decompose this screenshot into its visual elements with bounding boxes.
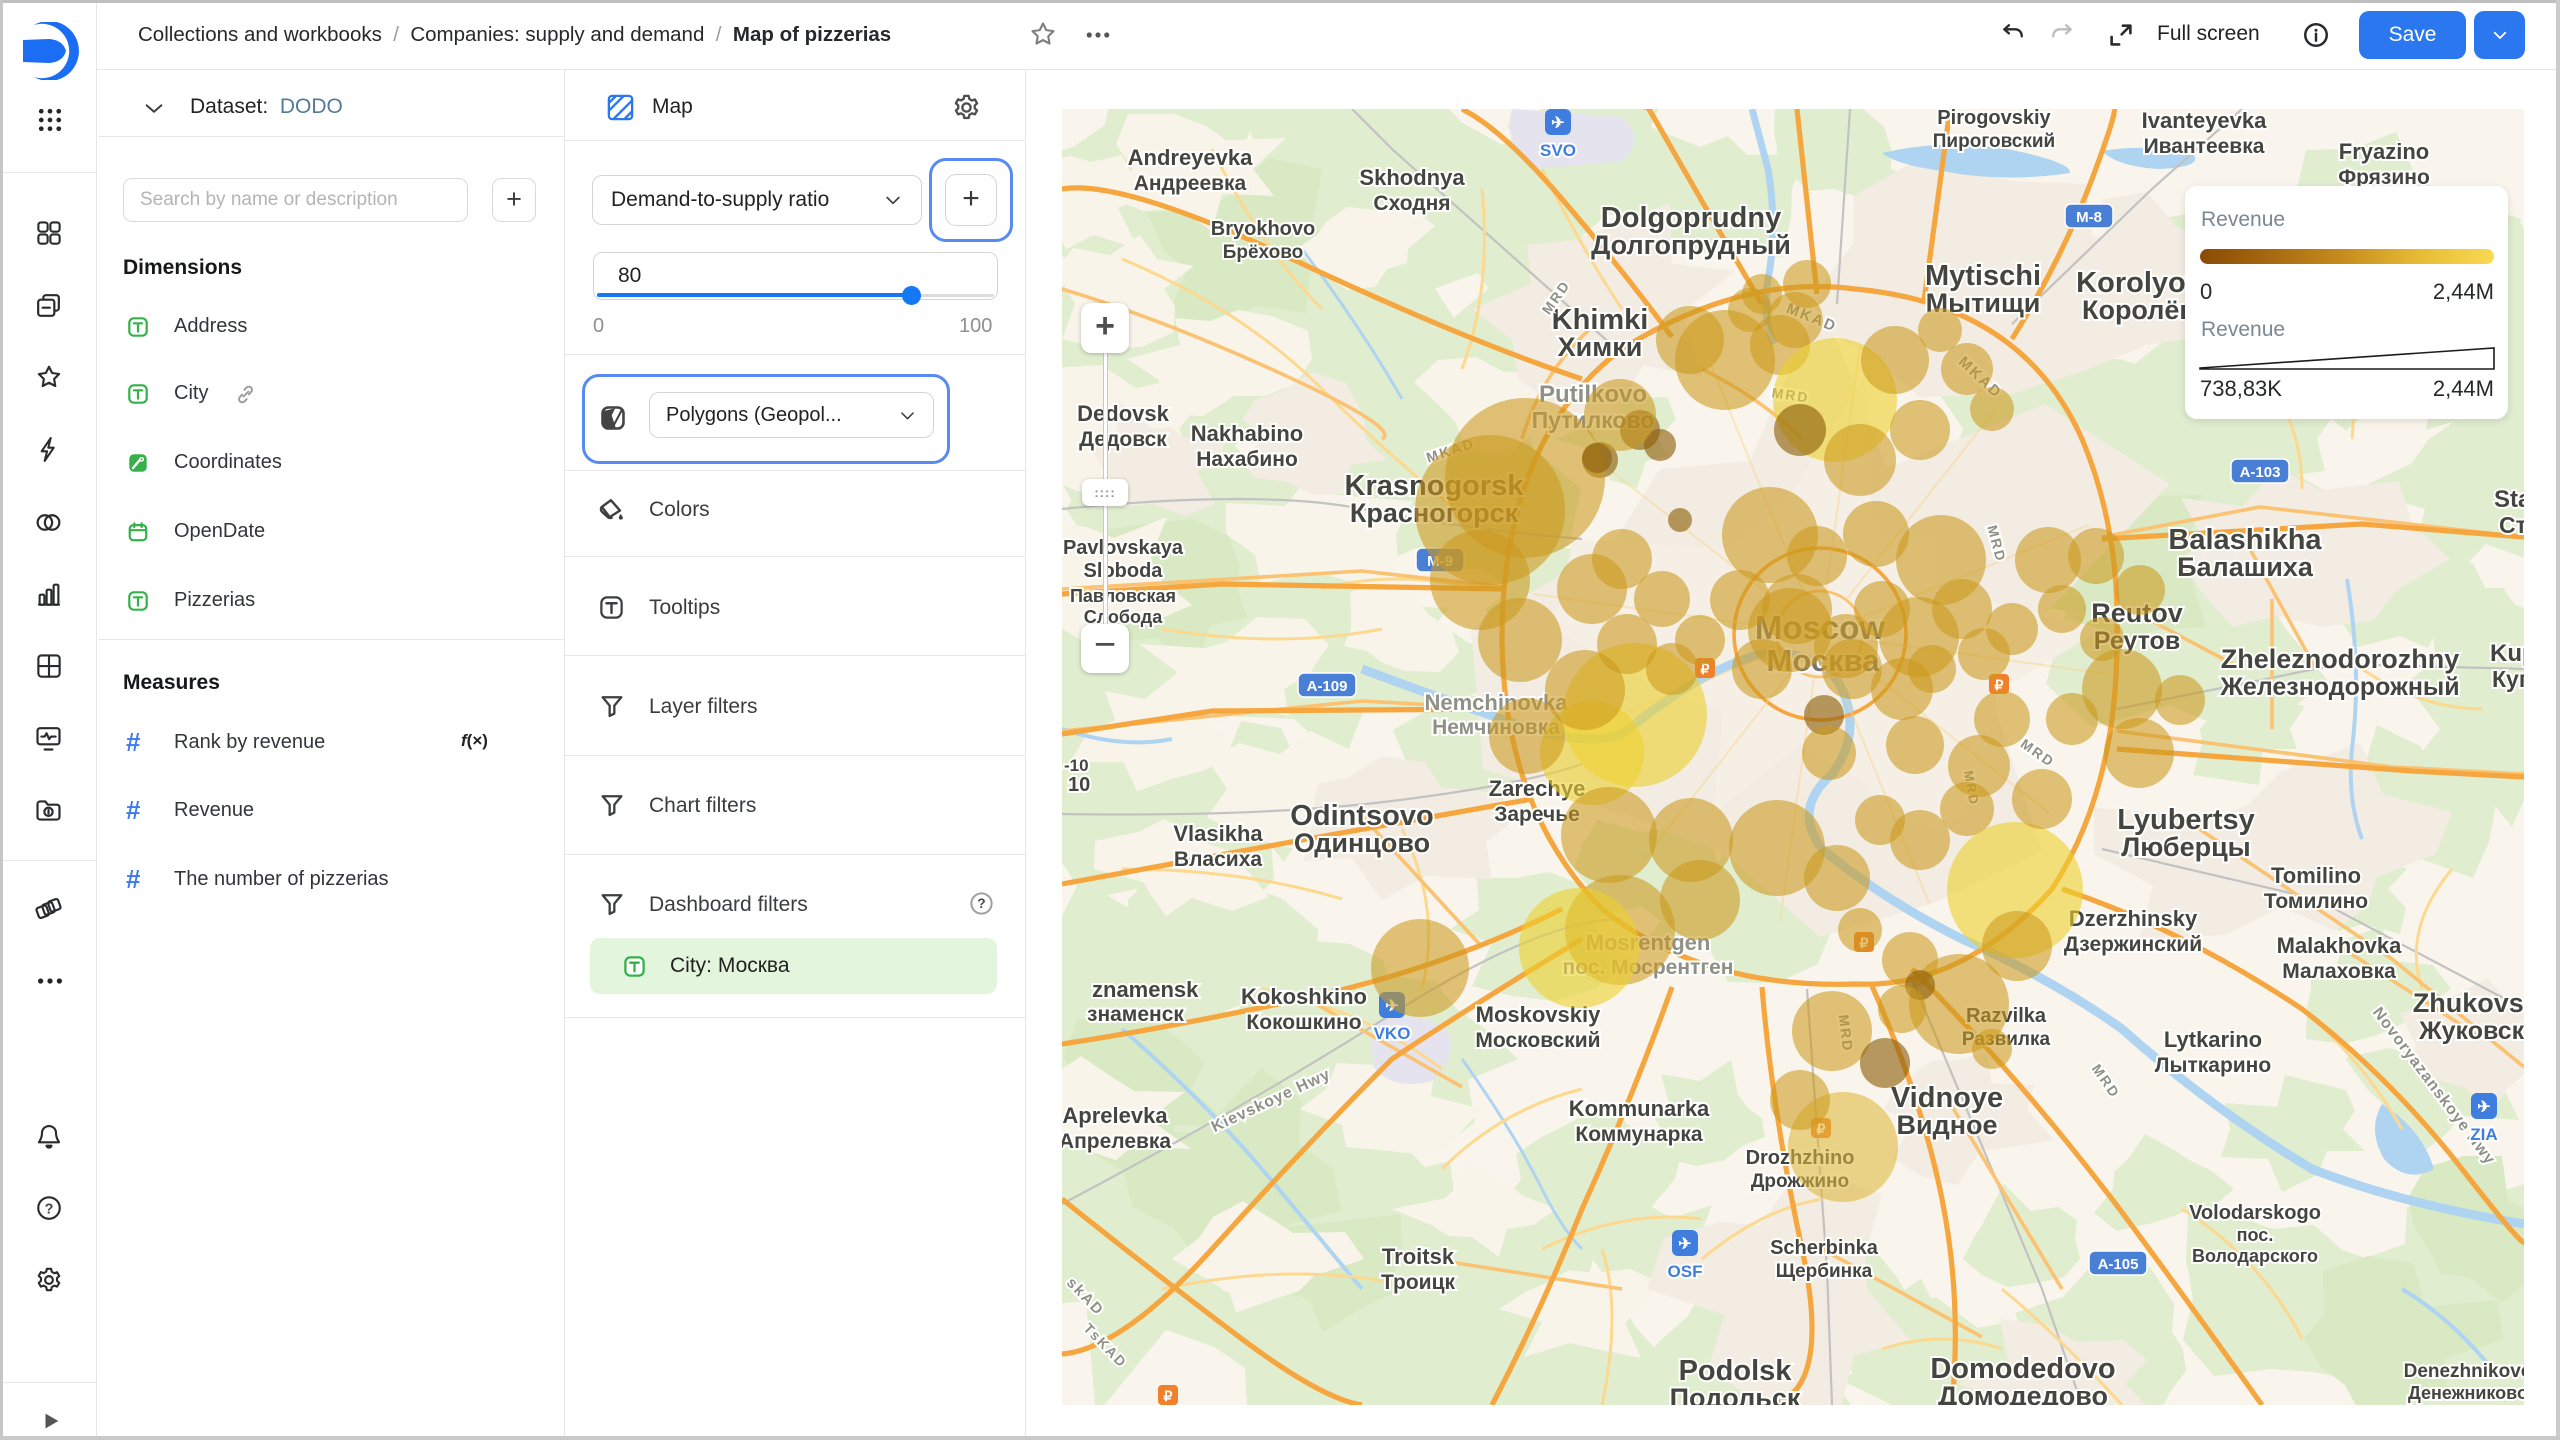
svg-text:Королёв: Королёв bbox=[2082, 295, 2196, 325]
svg-text:Kommunarka: Kommunarka bbox=[1569, 1096, 1710, 1121]
svg-text:ZIA: ZIA bbox=[2470, 1125, 2497, 1144]
svg-text:SVO: SVO bbox=[1540, 141, 1576, 160]
svg-text:Балашиха: Балашиха bbox=[2177, 552, 2314, 582]
svg-text:Павловская: Павловская bbox=[1070, 586, 1176, 606]
svg-text:Pirogovskiy: Pirogovskiy bbox=[1937, 109, 2051, 129]
svg-text:Лыткарино: Лыткарино bbox=[2155, 1054, 2271, 1077]
svg-text:Домодедово: Домодедово bbox=[1938, 1381, 2108, 1405]
svg-text:?: ? bbox=[45, 1201, 54, 1217]
svg-text:MRD: MRD bbox=[2018, 735, 2058, 770]
svg-text:Дедовск: Дедовск bbox=[1079, 428, 1167, 451]
svg-text:Дзержинский: Дзержинский bbox=[2064, 933, 2202, 956]
svg-text:Malakhovka: Malakhovka bbox=[2277, 933, 2402, 958]
svg-text:OSF: OSF bbox=[1668, 1262, 1703, 1281]
svg-text:?: ? bbox=[977, 896, 985, 911]
svg-text:пос.: пос. bbox=[2237, 1225, 2274, 1245]
svg-text:znamensk: znamensk bbox=[1092, 977, 1199, 1002]
svg-text:Ивантеевка: Ивантеевка bbox=[2144, 135, 2265, 158]
svg-text:Lytkarino: Lytkarino bbox=[2164, 1027, 2262, 1052]
svg-text:Kup: Kup bbox=[2490, 640, 2524, 667]
svg-text:Pavlovskaya: Pavlovskaya bbox=[1063, 537, 1184, 559]
svg-text:A-103: A-103 bbox=[2240, 464, 2281, 481]
svg-text:Троицк: Троицк bbox=[1381, 1271, 1456, 1294]
svg-text:Zheleznodorozhny: Zheleznodorozhny bbox=[2221, 644, 2460, 674]
svg-text:Андреевка: Андреевка bbox=[1134, 172, 1247, 195]
svg-text:Брёхово: Брёхово bbox=[1223, 242, 1304, 263]
svg-text:Нахабино: Нахабино bbox=[1196, 448, 1298, 471]
svg-text:Denezhnikovo: Denezhnikovo bbox=[2404, 1361, 2524, 1382]
svg-text:Skhodnya: Skhodnya bbox=[1359, 165, 1465, 190]
svg-text:Fryazino: Fryazino bbox=[2339, 139, 2429, 164]
svg-text:Aprelevka: Aprelevka bbox=[1062, 1103, 1168, 1128]
svg-text:Коммунарка: Коммунарка bbox=[1575, 1123, 1703, 1146]
svg-text:Кокошкино: Кокошкино bbox=[1246, 1011, 1361, 1034]
svg-text:Andreyevka: Andreyevka bbox=[1128, 145, 1254, 170]
svg-text:Volodarskogo: Volodarskogo bbox=[2189, 1202, 2321, 1224]
svg-text:Ivanteyevka: Ivanteyevka bbox=[2142, 109, 2268, 133]
svg-text:Dzerzhinsky: Dzerzhinsky bbox=[2069, 906, 2198, 931]
svg-text:A-105: A-105 bbox=[2098, 1256, 2139, 1273]
svg-text:Kievskoye Hwy: Kievskoye Hwy bbox=[1209, 1066, 1334, 1136]
svg-text:Kokoshkino: Kokoshkino bbox=[1241, 984, 1367, 1009]
svg-text:₽: ₽ bbox=[1164, 1388, 1173, 1404]
svg-text:Scherbinka: Scherbinka bbox=[1770, 1237, 1879, 1259]
svg-text:Одинцово: Одинцово bbox=[1294, 828, 1430, 858]
svg-text:MRD: MRD bbox=[1984, 523, 2009, 564]
svg-text:Жуковский: Жуковский bbox=[2418, 1017, 2524, 1045]
svg-text:Московский: Московский bbox=[1475, 1029, 1600, 1052]
svg-text:Troitsk: Troitsk bbox=[1382, 1244, 1455, 1269]
svg-text:Стар: Стар bbox=[2499, 512, 2524, 538]
svg-text:Малаховка: Малаховка bbox=[2282, 960, 2396, 983]
svg-text:Апрелевка: Апрелевка bbox=[1062, 1130, 1171, 1153]
svg-text:VKO: VKO bbox=[1374, 1024, 1411, 1043]
svg-text:skAD: skAD bbox=[1063, 1274, 1107, 1319]
svg-text:Подольск: Подольск bbox=[1670, 1383, 1801, 1405]
svg-text:Sloboda: Sloboda bbox=[1084, 560, 1164, 582]
svg-text:✈: ✈ bbox=[2477, 1099, 2490, 1116]
svg-text:Химки: Химки bbox=[1558, 332, 1643, 362]
svg-text:Stara: Stara bbox=[2494, 486, 2524, 513]
svg-text:TsKAD: TsKAD bbox=[1081, 1320, 1131, 1371]
svg-text:Щербинка: Щербинка bbox=[1776, 1261, 1873, 1282]
svg-text:M-8: M-8 bbox=[2076, 209, 2102, 226]
svg-text:Tomilino: Tomilino bbox=[2271, 863, 2361, 888]
svg-text:знаменск: знаменск bbox=[1087, 1003, 1184, 1026]
svg-text:Люберцы: Люберцы bbox=[2121, 832, 2251, 862]
svg-text:₽: ₽ bbox=[1995, 677, 2004, 693]
svg-text:Видное: Видное bbox=[1896, 1110, 1997, 1140]
svg-text:Пироговский: Пироговский bbox=[1933, 131, 2055, 152]
svg-text:Железнодорожный: Железнодорожный bbox=[2219, 673, 2459, 701]
svg-text:Vlasikha: Vlasikha bbox=[1173, 821, 1263, 846]
svg-text:Dedovsk: Dedovsk bbox=[1077, 401, 1169, 426]
svg-text:Володарского: Володарского bbox=[2192, 1246, 2318, 1266]
svg-text:A-109: A-109 bbox=[1307, 678, 1348, 695]
svg-text:Томилино: Томилино bbox=[2264, 890, 2368, 913]
svg-text:Денежниково: Денежниково bbox=[2408, 1383, 2524, 1403]
svg-text:10: 10 bbox=[1068, 774, 1090, 796]
svg-text:✈: ✈ bbox=[1551, 115, 1564, 132]
svg-text:Долгопрудный: Долгопрудный bbox=[1591, 230, 1791, 260]
svg-text:Zhukovskiy: Zhukovskiy bbox=[2413, 988, 2524, 1018]
svg-text:-10: -10 bbox=[1064, 756, 1089, 775]
svg-text:Куп: Куп bbox=[2492, 666, 2524, 692]
svg-text:Сходня: Сходня bbox=[1373, 192, 1450, 215]
svg-text:✈: ✈ bbox=[1678, 1236, 1691, 1253]
svg-text:MRD: MRD bbox=[2089, 1061, 2124, 1101]
svg-text:Bryokhovo: Bryokhovo bbox=[1211, 218, 1315, 240]
svg-text:Власиха: Власиха bbox=[1174, 848, 1262, 871]
svg-text:Nakhabino: Nakhabino bbox=[1191, 421, 1303, 446]
